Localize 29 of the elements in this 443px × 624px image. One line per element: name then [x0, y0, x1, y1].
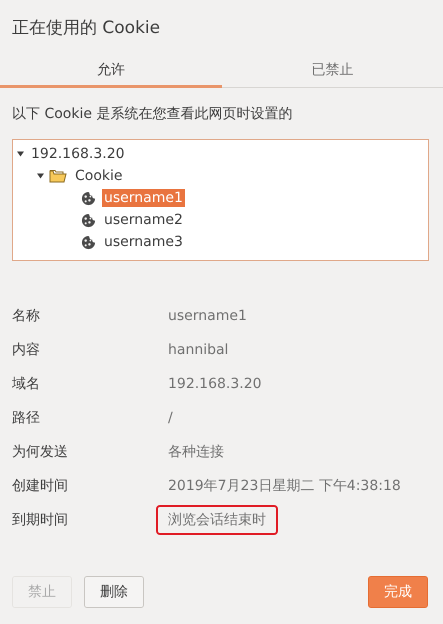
- tree-item[interactable]: Cookie: [73, 167, 125, 185]
- tab[interactable]: 已禁止: [222, 54, 443, 88]
- field-value: 192.168.3.20: [168, 376, 262, 392]
- action-button[interactable]: 删除: [84, 576, 144, 608]
- field-label: 内容: [12, 341, 41, 359]
- cookie-icon: [81, 234, 96, 250]
- field-label: 到期时间: [12, 511, 69, 529]
- field-value: username1: [168, 308, 247, 324]
- window-title: 正在使用的 Cookie: [11, 17, 162, 40]
- tree-item[interactable]: username3: [102, 233, 185, 251]
- field-value: /: [168, 410, 173, 426]
- tree-item[interactable]: 192.168.3.20: [29, 145, 127, 163]
- field-label: 路径: [12, 409, 41, 427]
- field-label: 域名: [12, 375, 41, 393]
- tree-item[interactable]: username2: [102, 211, 185, 229]
- folder-icon: [49, 169, 67, 183]
- field-label: 创建时间: [12, 477, 69, 495]
- field-label: 名称: [12, 307, 41, 325]
- description-text: 以下 Cookie 是系统在您查看此网页时设置的: [11, 105, 294, 124]
- tab[interactable]: 允许: [0, 54, 222, 88]
- field-value: 浏览会话结束时: [158, 507, 276, 533]
- cookie-icon: [81, 190, 96, 206]
- field-label: 为何发送: [12, 443, 69, 461]
- cookie-icon: [81, 212, 96, 228]
- expanded-arrow-icon[interactable]: [37, 172, 45, 180]
- field-value: 2019年7月23日星期二 下午4:38:18: [168, 477, 401, 495]
- field-value: 各种连接: [168, 443, 224, 461]
- expanded-arrow-icon[interactable]: [17, 150, 25, 158]
- field-value: hannibal: [168, 342, 228, 358]
